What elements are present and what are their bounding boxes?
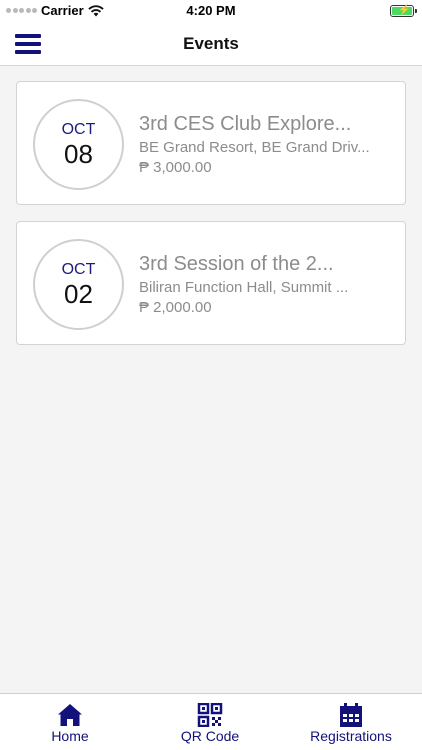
event-price: ₱ 2,000.00 — [139, 299, 212, 316]
tab-qr-code-label: QR Code — [180, 728, 240, 744]
tab-qr-code[interactable]: QR Code — [160, 694, 260, 750]
battery-charging-icon: ⚡ — [390, 5, 417, 17]
navigation-bar: Events — [0, 22, 422, 66]
tab-bar: Home QR Code Registrations — [0, 693, 422, 750]
event-month: OCT — [61, 261, 96, 278]
event-location: BE Grand Resort, BE Grand Driv... — [139, 139, 370, 156]
event-info: 3rd CES Club Explore... BE Grand Resort,… — [139, 112, 397, 178]
calendar-icon — [340, 703, 362, 727]
tab-home[interactable]: Home — [20, 694, 120, 750]
page-title: Events — [183, 34, 239, 53]
tab-registrations-label: Registrations — [310, 728, 392, 744]
home-icon — [58, 704, 82, 726]
event-title: 3rd Session of the 2... — [139, 253, 334, 275]
event-day: 02 — [64, 279, 93, 309]
event-day: 08 — [64, 139, 93, 169]
event-month: OCT — [61, 121, 96, 138]
event-location: Biliran Function Hall, Summit ... — [139, 279, 349, 296]
tab-registrations[interactable]: Registrations — [291, 694, 411, 750]
event-card[interactable]: OCT 02 3rd Session of the 2... Biliran F… — [16, 221, 406, 345]
tab-home-label: Home — [51, 728, 89, 744]
qr-code-icon — [197, 703, 223, 727]
event-list: OCT 08 3rd CES Club Explore... BE Grand … — [16, 81, 406, 361]
status-bar: Carrier 4:20 PM ⚡ — [0, 0, 422, 22]
event-date-circle: OCT 08 — [33, 99, 124, 190]
event-info: 3rd Session of the 2... Biliran Function… — [139, 252, 397, 318]
event-price: ₱ 3,000.00 — [139, 159, 212, 176]
event-card[interactable]: OCT 08 3rd CES Club Explore... BE Grand … — [16, 81, 406, 205]
event-title: 3rd CES Club Explore... — [139, 113, 352, 135]
event-date-circle: OCT 02 — [33, 239, 124, 330]
status-time: 4:20 PM — [186, 3, 236, 18]
